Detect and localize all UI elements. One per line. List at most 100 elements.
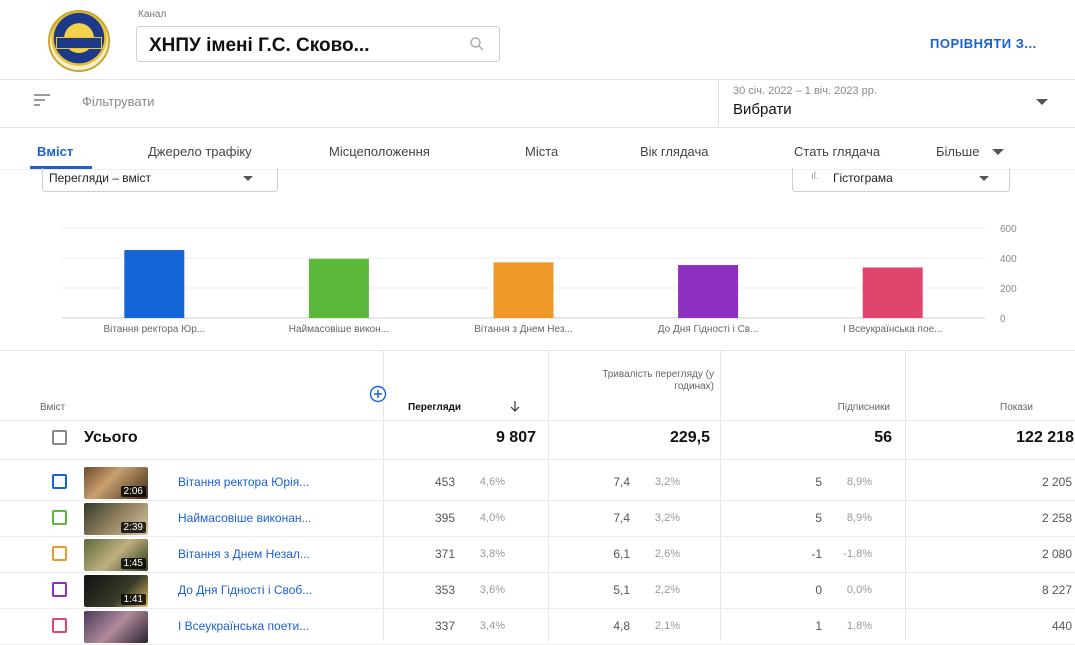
- chart-type-dropdown[interactable]: ıl. Гістограма: [792, 168, 1010, 192]
- video-title-link[interactable]: Наймасовіше виконан...: [178, 511, 348, 525]
- watch-time-percent: 2,6%: [654, 548, 680, 560]
- x-tick-label: І Всеукраїнська пое...: [843, 324, 943, 335]
- compare-button[interactable]: ПОРІВНЯТИ З...: [930, 36, 1037, 51]
- x-tick-label: Наймасовіше викон...: [289, 324, 389, 335]
- video-duration: 2:39: [120, 522, 146, 533]
- video-thumbnail[interactable]: [84, 611, 148, 643]
- x-tick-label: Вітання з Днем Нез...: [474, 324, 573, 335]
- watch-time-percent: 2,2%: [654, 584, 680, 596]
- views-percent: 3,4%: [479, 620, 505, 632]
- subscribers-percent: 1,8%: [846, 620, 872, 632]
- watch-time-value: 5,1: [613, 583, 630, 597]
- divider: [0, 459, 1075, 460]
- views-percent: 3,6%: [479, 584, 505, 596]
- video-title-link[interactable]: Вітання ректора Юрія...: [178, 475, 348, 489]
- column-separator: [548, 351, 549, 641]
- tab-content[interactable]: Вміст: [37, 144, 73, 159]
- chart-bar: [493, 262, 554, 318]
- total-subscribers: 56: [874, 429, 892, 446]
- watch-time-value: 6,1: [613, 547, 630, 561]
- total-impressions: 122 218: [1016, 429, 1074, 446]
- impressions-value: 8 227: [1041, 583, 1072, 597]
- column-header-watch-time[interactable]: Тривалість перегляду (у годинах): [596, 369, 714, 393]
- tab-viewer-gender[interactable]: Стать глядача: [794, 144, 880, 159]
- video-duration: 1:45: [120, 558, 146, 569]
- column-header-impressions[interactable]: Покази: [1000, 402, 1075, 413]
- subscribers-value: -1: [811, 547, 822, 561]
- impressions-value: 2 205: [1041, 475, 1072, 489]
- video-title-link[interactable]: І Всеукраїнська поети...: [178, 619, 348, 633]
- tab-more[interactable]: Більше: [936, 144, 979, 159]
- chevron-down-icon[interactable]: [992, 149, 1004, 155]
- row-checkbox[interactable]: [52, 582, 67, 597]
- x-tick-label: До Дня Гідності і Св...: [658, 324, 759, 335]
- subscribers-percent: 8,9%: [846, 512, 872, 524]
- video-thumbnail[interactable]: 1:41: [84, 575, 148, 607]
- divider: [0, 127, 1075, 128]
- channel-caption: Канал: [138, 9, 167, 20]
- subscribers-percent: 8,9%: [846, 476, 872, 488]
- channel-selector[interactable]: ХНПУ імені Г.С. Сково...: [136, 26, 500, 62]
- row-checkbox[interactable]: [52, 618, 67, 633]
- watch-time-percent: 3,2%: [654, 512, 680, 524]
- video-thumbnail[interactable]: 2:06: [84, 467, 148, 499]
- channel-name: ХНПУ імені Г.С. Сково...: [149, 35, 370, 56]
- subscribers-value: 5: [815, 511, 822, 525]
- views-value: 353: [434, 583, 455, 597]
- tab-location[interactable]: Місцеположення: [329, 144, 430, 159]
- divider: [0, 79, 1075, 80]
- watch-time-value: 7,4: [613, 511, 630, 525]
- chart-bar: [862, 267, 923, 318]
- search-icon[interactable]: [469, 36, 485, 52]
- subscribers-percent: 0,0%: [846, 584, 872, 596]
- subscribers-percent: -1,8%: [843, 548, 872, 560]
- bar-chart-icon: ıl.: [811, 171, 819, 182]
- chart-type-label: Гістограма: [833, 171, 893, 185]
- divider: [0, 500, 1075, 501]
- y-tick-label: 200: [1000, 284, 1017, 295]
- metric-dropdown[interactable]: Перегляди – вміст: [42, 168, 278, 192]
- date-range-text: 30 січ. 2022 – 1 віч. 2023 рр.: [733, 85, 877, 97]
- row-checkbox[interactable]: [52, 510, 67, 525]
- chevron-down-icon: [243, 176, 253, 181]
- date-picker[interactable]: Вибрати: [733, 101, 792, 118]
- divider: [0, 536, 1075, 537]
- tab-traffic-source[interactable]: Джерело трафіку: [148, 144, 252, 159]
- total-watch-time: 229,5: [669, 429, 710, 446]
- channel-logo: [48, 10, 110, 72]
- views-value: 337: [434, 619, 455, 633]
- filter-input[interactable]: Фільтрувати: [82, 94, 155, 109]
- views-percent: 4,0%: [479, 512, 505, 524]
- video-title-link[interactable]: До Дня Гідності і Своб...: [178, 583, 348, 597]
- sort-down-arrow-icon[interactable]: [509, 400, 521, 412]
- tab-cities[interactable]: Міста: [525, 144, 558, 159]
- y-tick-label: 400: [1000, 254, 1017, 265]
- y-tick-label: 600: [1000, 224, 1017, 235]
- video-title-link[interactable]: Вітання з Днем Незал...: [178, 547, 348, 561]
- video-thumbnail[interactable]: 1:45: [84, 539, 148, 571]
- row-checkbox[interactable]: [52, 474, 67, 489]
- total-checkbox[interactable]: [52, 430, 67, 445]
- views-percent: 4,6%: [479, 476, 505, 488]
- views-value: 395: [434, 511, 455, 525]
- divider: [0, 608, 1075, 609]
- add-column-icon[interactable]: [369, 385, 387, 403]
- watch-time-value: 7,4: [613, 475, 630, 489]
- divider: [0, 350, 1075, 351]
- row-checkbox[interactable]: [52, 546, 67, 561]
- views-value: 371: [434, 547, 455, 561]
- watch-time-value: 4,8: [613, 619, 630, 633]
- divider: [0, 572, 1075, 573]
- chevron-down-icon[interactable]: [1036, 99, 1048, 105]
- video-thumbnail[interactable]: 2:39: [84, 503, 148, 535]
- column-header-views[interactable]: Перегляди: [408, 402, 461, 413]
- total-label: Усього: [84, 429, 138, 446]
- metric-dropdown-label: Перегляди – вміст: [49, 171, 151, 185]
- filter-icon[interactable]: [34, 94, 50, 106]
- column-header-subscribers[interactable]: Підписники: [780, 402, 890, 413]
- impressions-value: 2 258: [1041, 511, 1072, 525]
- chart-bar: [678, 265, 739, 318]
- subscribers-value: 5: [815, 475, 822, 489]
- tab-viewer-age[interactable]: Вік глядача: [640, 144, 708, 159]
- impressions-value: 2 080: [1041, 547, 1072, 561]
